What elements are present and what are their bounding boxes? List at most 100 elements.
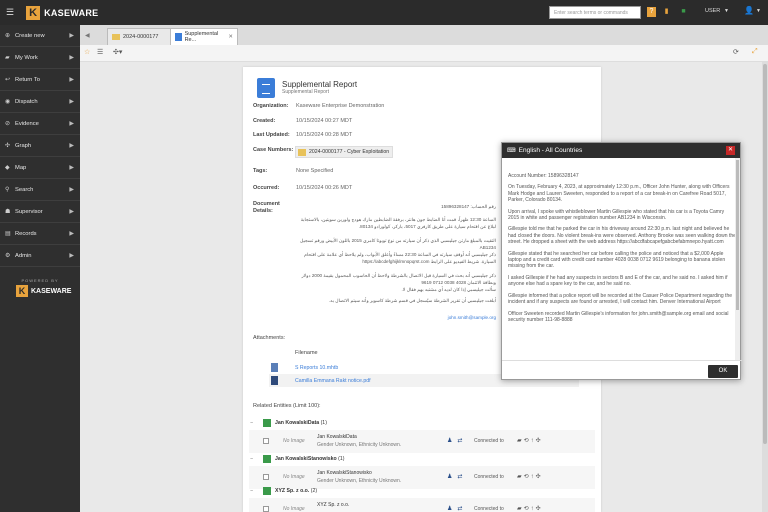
scrollbar-thumb[interactable] — [763, 64, 767, 444]
user-icon-dropdown[interactable]: ▼ — [756, 8, 761, 14]
translated-paragraph: Gillespie stated that he searched her ca… — [508, 250, 726, 270]
entity-action-icons[interactable]: ▰⟲↑✣ — [517, 437, 543, 444]
global-search-input[interactable]: Enter search terms or commands — [549, 6, 641, 19]
dialog-scrollbar[interactable] — [735, 158, 740, 360]
notifications-icon[interactable]: ▮ — [662, 7, 671, 17]
group-name: Jan KowalskiStanowisko — [275, 456, 337, 462]
translated-paragraph: Gillespie informed that a police report … — [508, 292, 733, 306]
entity-row[interactable]: No Image XYZ Sp. z o.o. ♟⇄ Connected to … — [249, 498, 595, 512]
status-icon[interactable]: ■ — [679, 7, 688, 17]
group-count: (1) — [338, 456, 345, 462]
collapse-icon[interactable]: − — [250, 420, 253, 426]
email-link[interactable]: john.smith@sample.org — [448, 315, 496, 320]
sidebar-item-create-new[interactable]: ⊕ Create new ▶ — [0, 25, 80, 47]
related-entities-label: Related Entities (Limit 100): — [253, 403, 321, 409]
details-line: ذكر جيليسبي أنه أوقف سيارته في الساعة 22… — [304, 252, 496, 264]
scrollbar-thumb[interactable] — [736, 160, 739, 310]
chevron-right-icon: ▶ — [69, 33, 74, 39]
attachment-filename[interactable]: S Reports 10.mhtb — [295, 365, 338, 371]
powered-logo-text: KASEWARE — [31, 287, 72, 295]
refresh-icon[interactable]: ⟳ — [733, 48, 739, 56]
chevron-right-icon: ▶ — [69, 209, 74, 215]
map-pin-icon: ◆ — [5, 165, 10, 171]
organization-icon — [263, 487, 271, 495]
tab-scroll-left-icon[interactable]: ◀ — [85, 32, 90, 39]
pdf-icon — [271, 376, 278, 385]
occurred-value: 10/15/2024 00:26 MDT — [296, 185, 353, 191]
entity-action-icons[interactable]: ▰⟲↑✣ — [517, 473, 543, 480]
created-label: Created: — [253, 118, 276, 124]
menu-icon[interactable]: ☰ — [6, 7, 14, 18]
person-link-icons[interactable]: ♟⇄ — [447, 505, 467, 512]
close-tab-icon[interactable]: ✕ — [228, 34, 233, 40]
help-icon[interactable]: ? — [647, 7, 656, 17]
entity-row[interactable]: No Image Jan KowalskiData Gender Unknown… — [249, 430, 595, 453]
sidebar-item-label: Evidence — [15, 120, 39, 127]
entity-checkbox[interactable] — [263, 438, 269, 444]
report-subtitle: Supplemental Report — [282, 89, 329, 95]
dialog-header: ⌨ English - All Countries — [502, 143, 740, 158]
records-icon: ▤ — [5, 231, 11, 237]
graph-tools-icon[interactable]: ✣▾ — [113, 48, 122, 56]
collapse-icon[interactable]: − — [250, 488, 253, 494]
user-menu[interactable]: USER — [705, 8, 720, 14]
sidebar-item-map[interactable]: ◆ Map ▶ — [0, 157, 80, 179]
details-line: john.smith@sample.org — [296, 314, 496, 321]
user-icon[interactable]: 👤 — [744, 6, 754, 15]
no-image-label: No Image — [283, 474, 305, 480]
dialog-body: Account Number: 15896328147 On Tuesday, … — [502, 158, 742, 360]
entity-action-icons[interactable]: ▰⟲↑✣ — [517, 505, 543, 512]
expand-icon[interactable]: ⤢ — [752, 48, 758, 56]
report-title: Supplemental Report — [282, 80, 358, 89]
entity-name[interactable]: Jan KowalskiData — [317, 434, 357, 440]
document-icon — [175, 33, 182, 41]
person-link-icons[interactable]: ♟⇄ — [447, 473, 467, 480]
entity-group[interactable]: − Jan KowalskiData (1) — [249, 418, 595, 428]
sidebar-item-search[interactable]: ⚲ Search ▶ — [0, 179, 80, 201]
tags-value: None Specified — [296, 168, 334, 174]
group-name: Jan KowalskiData — [275, 420, 320, 426]
case-number-chip[interactable]: 2024-0000177 - Cyber Exploitation — [295, 146, 393, 158]
attachment-filename[interactable]: Camilla Emmana Rakt notice.pdf — [295, 378, 371, 384]
sidebar-item-my-work[interactable]: ▰ My Work ▶ — [0, 47, 80, 69]
chevron-right-icon: ▶ — [69, 77, 74, 83]
ok-button[interactable]: OK — [708, 365, 738, 378]
sidebar-item-supervisor[interactable]: ☗ Supervisor ▶ — [0, 201, 80, 223]
chevron-right-icon: ▶ — [69, 143, 74, 149]
dispatch-icon: ◉ — [5, 99, 11, 105]
logo-text: KASEWARE — [44, 7, 99, 18]
sidebar-item-return-to[interactable]: ↩ Return To ▶ — [0, 69, 80, 91]
sidebar-item-graph[interactable]: ✣ Graph ▶ — [0, 135, 80, 157]
sidebar-item-records[interactable]: ▤ Records ▶ — [0, 223, 80, 245]
app-logo[interactable]: K KASEWARE — [20, 5, 99, 20]
sidebar-item-label: Create new — [15, 32, 45, 39]
person-link-icons[interactable]: ♟⇄ — [447, 437, 467, 444]
keyboard-icon: ⌨ — [507, 148, 516, 154]
sidebar-item-evidence[interactable]: ⊘ Evidence ▶ — [0, 113, 80, 135]
tab-label: Supplemental Re... — [184, 31, 219, 43]
sidebar-item-label: Dispatch — [15, 98, 38, 105]
entity-group[interactable]: − Jan KowalskiStanowisko (1) — [249, 454, 595, 464]
no-image-label: No Image — [283, 438, 305, 444]
entity-checkbox[interactable] — [263, 506, 269, 512]
attachments-label: Attachments: — [253, 335, 286, 341]
translated-paragraph: Officer Sweeten recorded Martin Gillespi… — [508, 310, 729, 323]
list-menu-icon[interactable]: ☰ — [97, 48, 103, 56]
collapse-icon[interactable]: − — [250, 456, 253, 462]
entity-checkbox[interactable] — [263, 474, 269, 480]
entity-name[interactable]: Jan KowalskiStanowisko — [317, 470, 372, 476]
details-line: سألت جيليسبي إذا كان لديه أي مشتبه بهم ف… — [401, 287, 496, 292]
sidebar-item-dispatch[interactable]: ◉ Dispatch ▶ — [0, 91, 80, 113]
sidebar-item-label: Search — [15, 186, 34, 193]
sidebar-item-admin[interactable]: ⚙ Admin ▶ — [0, 245, 80, 267]
star-icon[interactable]: ☆ — [84, 48, 90, 56]
entity-group[interactable]: − XYZ Sp. z o.o. (2) — [249, 486, 595, 496]
user-dropdown-icon[interactable]: ▼ — [724, 8, 729, 14]
page-scrollbar[interactable] — [762, 62, 768, 512]
details-line: ذكر جيليسبي أنه بحث في السيارة قبل الاتص… — [301, 273, 496, 285]
chevron-right-icon: ▶ — [69, 253, 74, 259]
organization-label: Organization: — [253, 103, 289, 109]
close-icon[interactable]: ✕ — [726, 146, 735, 155]
entity-name[interactable]: XYZ Sp. z o.o. — [317, 502, 349, 508]
tab-supplemental-report[interactable]: Supplemental Re... ✕ — [170, 28, 238, 45]
